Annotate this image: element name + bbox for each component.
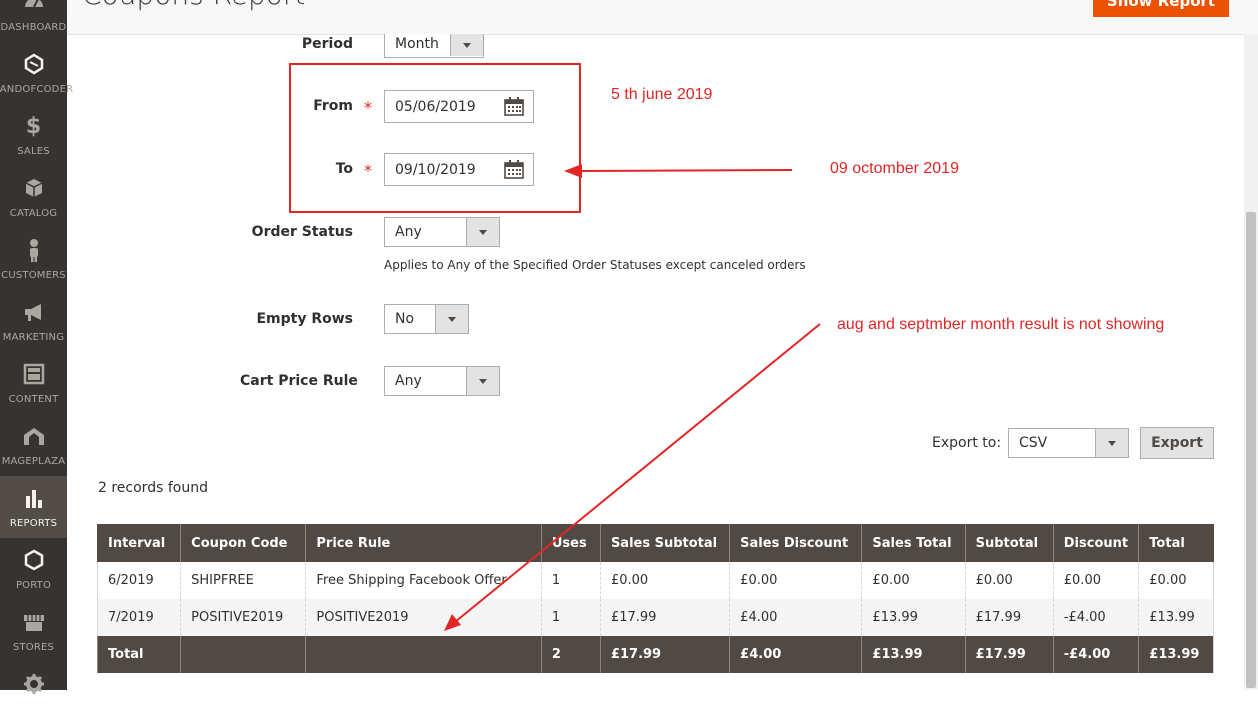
annotation-to-note: 09 octomber 2019 [830, 160, 959, 177]
annotation-result-note: aug and septmber month result is not sho… [837, 316, 1165, 333]
annotation-arrow-head [444, 614, 461, 631]
highlight-box [289, 63, 581, 213]
annotation-arrow-line [454, 323, 821, 623]
annotation-from-note: 5 th june 2019 [611, 86, 713, 103]
annotation-arrow-head [564, 164, 582, 178]
annotation-arrow-line [577, 169, 793, 172]
